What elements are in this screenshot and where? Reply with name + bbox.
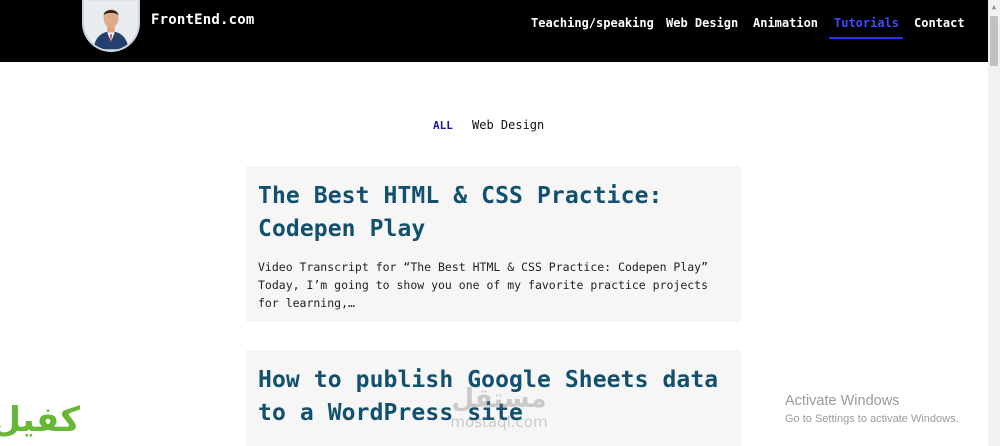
scroll-up-arrow-icon[interactable]: ▲ [990, 3, 998, 11]
activate-title: Activate Windows [785, 393, 900, 409]
filter-web-design[interactable]: Web Design [472, 118, 544, 132]
post-excerpt: Video Transcript for “The Best HTML & CS… [258, 260, 709, 310]
kafeel-watermark: كفيل [0, 400, 80, 440]
filter-all[interactable]: ALL [433, 119, 453, 133]
nav-contact[interactable]: Contact [914, 15, 965, 31]
post-card[interactable]: The Best HTML & CSS Practice: Codepen Pl… [246, 166, 741, 322]
activate-subtitle: Go to Settings to activate Windows. [785, 413, 959, 425]
nav-teaching-speaking[interactable]: Teaching/speaking [531, 15, 654, 31]
avatar[interactable] [82, 0, 140, 52]
vertical-scrollbar[interactable] [988, 0, 1000, 446]
activate-windows-overlay: Activate Windows Go to Settings to activ… [785, 392, 959, 427]
profile-photo-icon [84, 0, 138, 50]
mostaql-watermark: مستقل mostaql.com [436, 384, 562, 430]
watermark-arabic-text: مستقل [451, 384, 547, 414]
scrollbar-thumb[interactable] [990, 16, 998, 66]
nav-animation[interactable]: Animation [753, 15, 818, 31]
brand-name[interactable]: FrontEnd.com [151, 12, 255, 28]
nav-tutorials[interactable]: Tutorials [834, 15, 899, 31]
post-title[interactable]: The Best HTML & CSS Practice: Codepen Pl… [258, 180, 728, 246]
top-navbar: FrontEnd.com Teaching/speaking Web Desig… [0, 0, 988, 62]
nav-web-design[interactable]: Web Design [666, 15, 738, 31]
watermark-latin-text: mostaql.com [450, 413, 548, 431]
active-nav-underline [829, 37, 903, 39]
